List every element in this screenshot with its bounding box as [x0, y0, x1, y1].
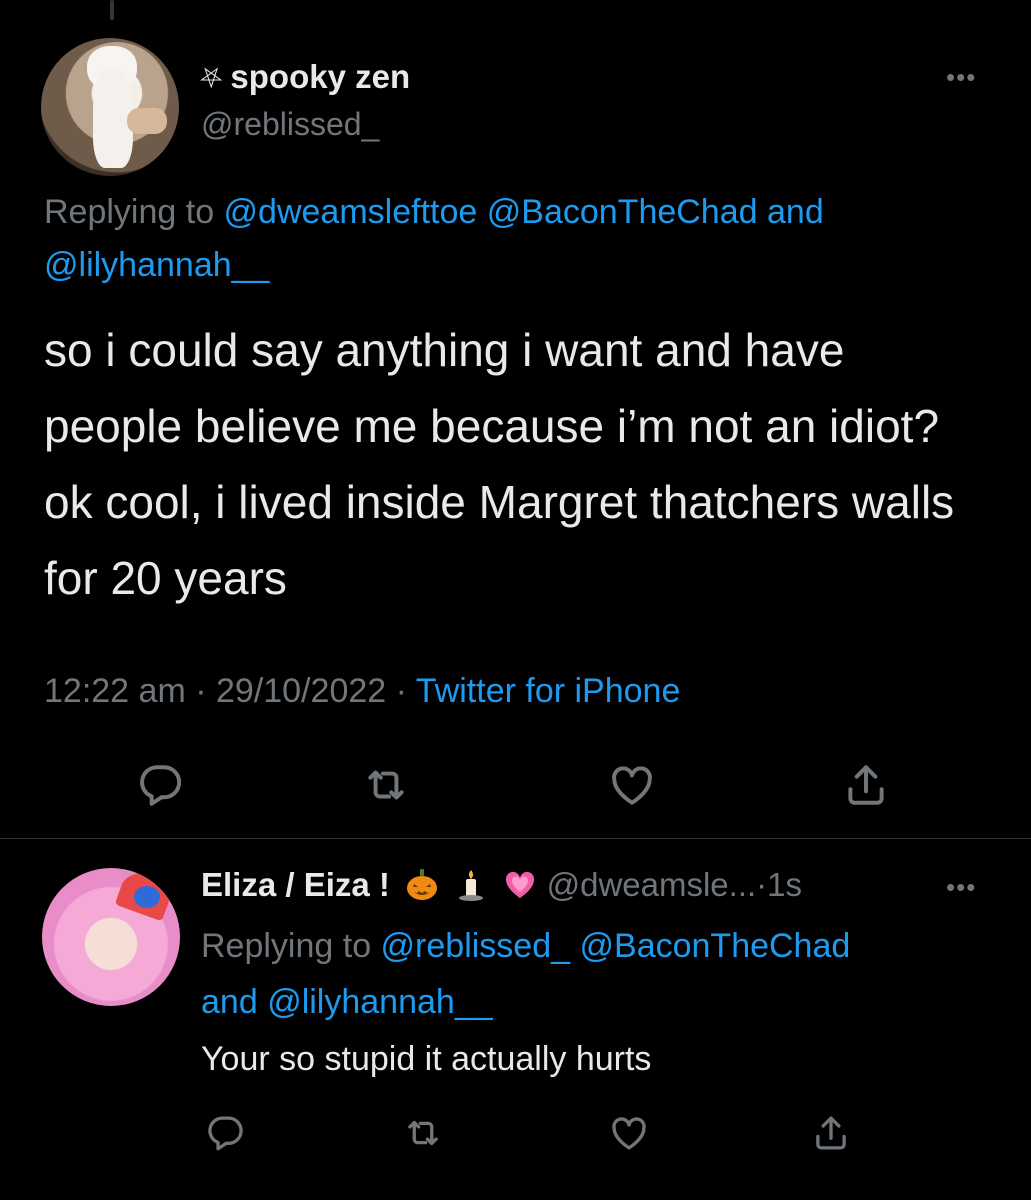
avatar[interactable]	[42, 868, 180, 1006]
user-handle[interactable]: @reblissed_	[201, 106, 379, 143]
like-icon	[612, 1117, 646, 1150]
candle-icon	[459, 870, 484, 901]
separator: ·	[395, 672, 407, 710]
separator: ·	[756, 866, 768, 903]
reply-button[interactable]	[202, 1112, 248, 1154]
avatar[interactable]	[41, 38, 179, 176]
reply-header: Eliza / Eiza ! @dweamsle...·1s	[201, 866, 802, 904]
retweet-button[interactable]	[400, 1112, 446, 1154]
user-handle[interactable]: @dweamsle...	[547, 866, 757, 903]
retweet-button[interactable]	[358, 760, 414, 810]
share-button[interactable]	[838, 760, 894, 810]
like-button[interactable]	[604, 760, 660, 810]
replying-to-label: Replying to	[201, 927, 381, 965]
mention-link[interactable]: @reblissed_	[381, 927, 571, 965]
mention-link[interactable]: @lilyhannah__	[44, 246, 269, 284]
like-button[interactable]	[606, 1112, 652, 1154]
tweet-source[interactable]: Twitter for iPhone	[416, 672, 681, 710]
share-icon	[816, 1116, 846, 1150]
replying-to: Replying to @reblissed_ @BaconTheChad and…	[201, 918, 961, 1030]
tweet-time[interactable]: 12:22 am	[44, 672, 186, 710]
mention-link[interactable]: @lilyhannah__	[267, 983, 492, 1021]
mention-link[interactable]: @dweamslefttoe	[224, 193, 478, 231]
display-name[interactable]: Eliza / Eiza !	[201, 866, 390, 903]
share-button[interactable]	[808, 1112, 854, 1154]
mention-and[interactable]: and	[201, 983, 258, 1021]
jack-o-lantern-icon	[407, 869, 438, 900]
tweet-metadata: 12:22 am · 29/10/2022 · Twitter for iPho…	[44, 672, 680, 711]
mention-and[interactable]: and	[767, 193, 824, 231]
replying-to-label: Replying to	[44, 193, 224, 231]
avatar-hat-ornament	[134, 886, 160, 908]
replying-to: Replying to @dweamslefttoe @BaconTheChad…	[44, 186, 964, 292]
more-options-icon[interactable]: •••	[946, 62, 976, 93]
share-icon	[848, 765, 884, 805]
retweet-icon	[368, 770, 404, 800]
display-name-text: spooky zen	[230, 58, 411, 95]
display-name[interactable]: ⛧ spooky zen	[200, 58, 410, 96]
divider	[0, 838, 1031, 839]
pentagram-icon: ⛧	[200, 63, 223, 94]
like-icon	[612, 766, 652, 805]
thread-connector-line	[110, 0, 114, 20]
more-options-icon[interactable]: •••	[946, 872, 976, 903]
separator: ·	[195, 672, 207, 710]
sparkling-heart-icon	[506, 871, 535, 898]
retweet-icon	[408, 1120, 438, 1146]
reply-button[interactable]	[132, 760, 188, 810]
avatar-hand	[127, 108, 167, 134]
mention-link[interactable]: @BaconTheChad	[487, 193, 758, 231]
tweet-text: so i could say anything i want and have …	[44, 324, 955, 604]
tweet-date[interactable]: 29/10/2022	[216, 672, 386, 710]
reply-icon	[140, 765, 182, 806]
tweet-time[interactable]: 1s	[767, 866, 802, 903]
tweet-text: Your so stupid it actually hurts	[201, 1040, 652, 1078]
reply-icon	[208, 1116, 243, 1151]
mention-link[interactable]: @BaconTheChad	[580, 927, 851, 965]
